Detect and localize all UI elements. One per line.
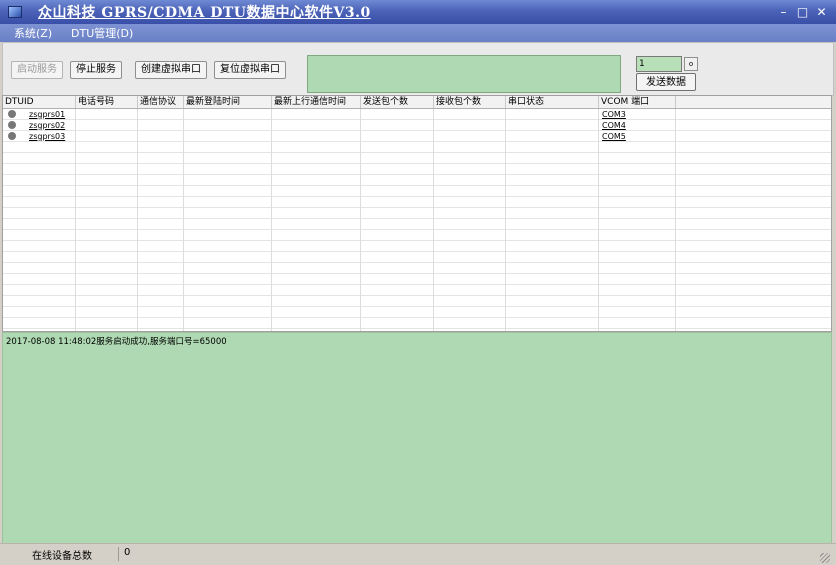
dtuid-cell[interactable]: zsgprs01 [29, 109, 65, 120]
column-header-received-packets[interactable]: 接收包个数 [434, 96, 506, 108]
column-header-phone[interactable]: 电话号码 [76, 96, 138, 108]
table-header: DTUID 电话号码 通信协议 最新登陆时间 最新上行通信时间 发送包个数 接收… [3, 96, 831, 109]
column-header-sent-packets[interactable]: 发送包个数 [361, 96, 434, 108]
dtuid-cell[interactable]: zsgprs03 [29, 131, 65, 142]
offline-status-icon [8, 121, 16, 129]
table-row[interactable]: zsgprs01 COM3 [3, 109, 831, 120]
column-header-last-login[interactable]: 最新登陆时间 [184, 96, 272, 108]
menu-system[interactable]: 系统(Z) [14, 25, 52, 41]
send-data-input[interactable] [307, 55, 621, 93]
vcom-cell[interactable]: COM3 [602, 109, 626, 120]
column-header-protocol[interactable]: 通信协议 [138, 96, 184, 108]
port-number-stepper[interactable]: 1 o [636, 56, 698, 72]
log-panel[interactable]: 2017-08-08 11:48:02服务启动成功,服务端口号=65000 [2, 332, 832, 544]
app-window: 众山科技 GPRS/CDMA DTU数据中心软件V3.0 – □ ✕ 系统(Z)… [0, 0, 836, 565]
table-row[interactable]: zsgprs03 COM5 [3, 131, 831, 142]
offline-status-icon [8, 132, 16, 140]
create-virtual-port-button[interactable]: 创建虚拟串口 [135, 61, 207, 79]
vcom-cell[interactable]: COM4 [602, 120, 626, 131]
maximize-icon[interactable]: □ [796, 6, 809, 18]
column-header-vcom-port[interactable]: VCOM 端口 [599, 96, 676, 108]
table-row[interactable]: zsgprs02 COM4 [3, 120, 831, 131]
log-line: 2017-08-08 11:48:02服务启动成功,服务端口号=65000 [6, 337, 227, 347]
column-header-dtuid[interactable]: DTUID [3, 96, 76, 108]
online-devices-label: 在线设备总数 [32, 551, 92, 562]
column-header-last-uplink[interactable]: 最新上行通信时间 [272, 96, 361, 108]
status-bar: 在线设备总数 0 [0, 543, 836, 565]
online-devices-count: 0 [124, 547, 131, 558]
spin-button-icon[interactable]: o [684, 57, 698, 71]
offline-status-icon [8, 110, 16, 118]
resize-grip-icon[interactable] [820, 553, 830, 563]
dtuid-cell[interactable]: zsgprs02 [29, 120, 65, 131]
start-service-button[interactable]: 启动服务 [11, 61, 63, 79]
toolbar: 启动服务 停止服务 创建虚拟串口 复位虚拟串口 1 o 发送数据 [2, 42, 834, 96]
menu-dtu-management[interactable]: DTU管理(D) [71, 25, 133, 41]
send-data-button[interactable]: 发送数据 [636, 73, 696, 91]
close-icon[interactable]: ✕ [815, 6, 828, 18]
window-title: 众山科技 GPRS/CDMA DTU数据中心软件V3.0 [38, 5, 371, 21]
title-bar[interactable]: 众山科技 GPRS/CDMA DTU数据中心软件V3.0 – □ ✕ [0, 0, 836, 24]
table-body: zsgprs01 COM3 zsgprs02 COM4 zsgprs03 COM… [3, 109, 831, 331]
dtu-table: DTUID 电话号码 通信协议 最新登陆时间 最新上行通信时间 发送包个数 接收… [2, 95, 832, 332]
column-header-port-status[interactable]: 串口状态 [506, 96, 599, 108]
minimize-icon[interactable]: – [777, 6, 790, 18]
reset-virtual-port-button[interactable]: 复位虚拟串口 [214, 61, 286, 79]
status-separator [118, 547, 119, 561]
port-number-field[interactable]: 1 [636, 56, 682, 72]
vcom-cell[interactable]: COM5 [602, 131, 626, 142]
app-icon [8, 6, 22, 18]
menu-bar: 系统(Z) DTU管理(D) [0, 24, 836, 42]
stop-service-button[interactable]: 停止服务 [70, 61, 122, 79]
